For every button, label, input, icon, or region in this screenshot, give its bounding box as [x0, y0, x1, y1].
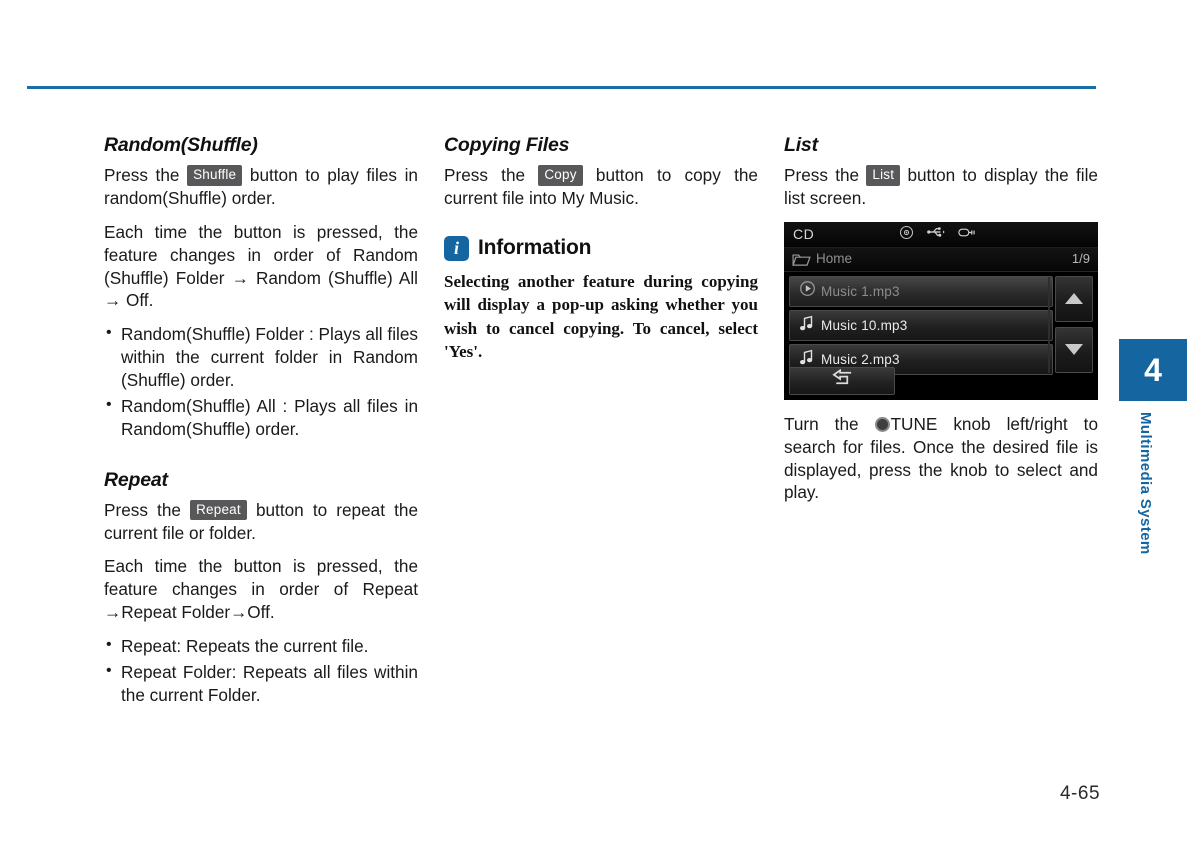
list-item[interactable]: Music 1.mp3 [789, 275, 1053, 307]
usb-icon [927, 225, 945, 244]
list-button-chip[interactable]: List [866, 165, 901, 186]
head-unit-screenshot: CD Home 1/9 Music 1.mp3 Music 10.mp3 Mus… [784, 221, 1098, 400]
list-intro-before: Press the [784, 165, 860, 185]
info-icon: i [444, 235, 469, 261]
repeat-order-paragraph: Each time the button is pressed, the fea… [104, 556, 418, 623]
shuffle-button-chip[interactable]: Shuffle [187, 165, 243, 186]
scroll-controls [1055, 275, 1093, 378]
list-item-label: Music 1.mp3 [821, 283, 900, 299]
copying-intro-before: Press the [444, 165, 526, 185]
tune-note-before: Turn the [784, 413, 859, 434]
section-title-copying-files: Copying Files [444, 134, 570, 156]
breadcrumb-label: Home [816, 250, 853, 266]
head-unit-status-bar: CD [784, 221, 1098, 248]
scroll-down-button[interactable] [1055, 326, 1093, 373]
arrow-down-icon [1065, 344, 1083, 356]
section-title-repeat: Repeat [104, 468, 168, 491]
chapter-name-label: Multimedia System [1137, 412, 1154, 555]
music-note-icon [799, 315, 821, 336]
repeat-bullet-list: Repeat: Repeats the current file. Repeat… [104, 634, 418, 707]
arrow-up-icon [1065, 293, 1083, 305]
source-label: CD [793, 225, 815, 242]
repeat-intro-before: Press the [104, 499, 181, 520]
section-title-random: Random(Shuffle) [104, 134, 258, 156]
breadcrumb[interactable]: Home 1/9 [784, 247, 1098, 272]
head-unit-body: Music 1.mp3 Music 10.mp3 Music 2.mp3 [784, 272, 1098, 400]
back-button[interactable] [789, 366, 895, 395]
repeat-button-chip[interactable]: Repeat [190, 499, 247, 521]
section-title-list: List [784, 134, 818, 156]
column-middle: Copying Files Press the Copy button to c… [444, 134, 758, 364]
tune-knob-paragraph: Turn the TUNE knob left/right to search … [784, 413, 1098, 505]
list-item: Random(Shuffle) All : Plays all files in… [104, 394, 418, 441]
list-scrollbar-divider [1048, 276, 1050, 373]
copy-button-chip[interactable]: Copy [538, 165, 583, 186]
list-item[interactable]: Music 10.mp3 [789, 309, 1053, 341]
disc-icon [899, 225, 914, 245]
information-title: Information [478, 236, 592, 260]
list-item: Random(Shuffle) Folder : Plays all files… [104, 322, 418, 392]
chapter-number-tab: 4 [1119, 339, 1187, 401]
file-list: Music 1.mp3 Music 10.mp3 Music 2.mp3 [789, 275, 1053, 378]
list-item-label: Music 10.mp3 [821, 317, 908, 333]
column-left: Random(Shuffle) Press the Shuffle button… [104, 134, 418, 710]
scroll-up-button[interactable] [1055, 275, 1093, 322]
copying-intro-paragraph: Press the Copy button to copy the curren… [444, 164, 758, 210]
play-circle-icon [799, 280, 821, 302]
aux-jack-icon [958, 226, 977, 244]
column-right: List Press the List button to display th… [784, 134, 1098, 504]
list-item: Repeat: Repeats the current file. [104, 634, 418, 658]
list-item-label: Music 2.mp3 [821, 351, 900, 367]
back-arrow-icon [831, 368, 854, 392]
repeat-intro-paragraph: Press the Repeat button to repeat the cu… [104, 499, 418, 545]
random-intro-before: Press the [104, 165, 180, 185]
information-body: Selecting another feature during copying… [444, 271, 758, 362]
status-icon-group [899, 225, 977, 245]
random-intro-paragraph: Press the Shuffle button to play files i… [104, 164, 418, 210]
page-number: 4-65 [1059, 783, 1101, 804]
page-indicator: 1/9 [1071, 250, 1090, 266]
random-bullet-list: Random(Shuffle) Folder : Plays all files… [104, 322, 418, 441]
knob-icon [874, 416, 890, 432]
folder-icon [792, 253, 811, 272]
header-rule [27, 86, 1096, 89]
list-intro-paragraph: Press the List button to display the fil… [784, 164, 1098, 210]
list-item: Repeat Folder: Repeats all files within … [104, 660, 418, 707]
random-order-paragraph: Each time the button is pressed, the fea… [104, 221, 418, 311]
information-heading: i Information [444, 235, 758, 261]
